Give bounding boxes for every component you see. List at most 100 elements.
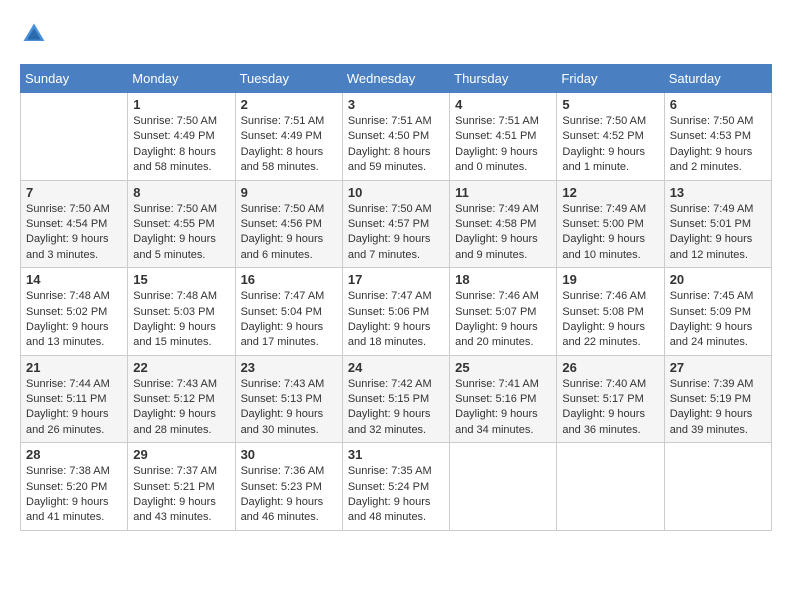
day-number: 1 bbox=[133, 97, 229, 112]
weekday-wednesday: Wednesday bbox=[342, 65, 449, 93]
day-info: Sunrise: 7:42 AMSunset: 5:15 PMDaylight:… bbox=[348, 377, 444, 439]
day-number: 13 bbox=[670, 185, 766, 200]
day-number: 12 bbox=[562, 185, 658, 200]
day-info: Sunrise: 7:36 AMSunset: 5:23 PMDaylight:… bbox=[241, 464, 337, 526]
day-cell: 22 Sunrise: 7:43 AMSunset: 5:12 PMDayligh… bbox=[128, 355, 235, 443]
weekday-sunday: Sunday bbox=[21, 65, 128, 93]
day-number: 26 bbox=[562, 360, 658, 375]
day-number: 29 bbox=[133, 447, 229, 462]
day-info: Sunrise: 7:50 AMSunset: 4:53 PMDaylight:… bbox=[670, 114, 766, 176]
day-number: 8 bbox=[133, 185, 229, 200]
day-number: 11 bbox=[455, 185, 551, 200]
day-info: Sunrise: 7:38 AMSunset: 5:20 PMDaylight:… bbox=[26, 464, 122, 526]
weekday-saturday: Saturday bbox=[664, 65, 771, 93]
day-number: 14 bbox=[26, 272, 122, 287]
day-cell: 29 Sunrise: 7:37 AMSunset: 5:21 PMDayligh… bbox=[128, 443, 235, 531]
day-cell: 25 Sunrise: 7:41 AMSunset: 5:16 PMDayligh… bbox=[450, 355, 557, 443]
day-number: 23 bbox=[241, 360, 337, 375]
day-cell: 14 Sunrise: 7:48 AMSunset: 5:02 PMDayligh… bbox=[21, 268, 128, 356]
day-cell: 17 Sunrise: 7:47 AMSunset: 5:06 PMDayligh… bbox=[342, 268, 449, 356]
weekday-header: SundayMondayTuesdayWednesdayThursdayFrid… bbox=[21, 65, 772, 93]
day-cell: 15 Sunrise: 7:48 AMSunset: 5:03 PMDayligh… bbox=[128, 268, 235, 356]
week-row-4: 28 Sunrise: 7:38 AMSunset: 5:20 PMDayligh… bbox=[21, 443, 772, 531]
day-cell: 20 Sunrise: 7:45 AMSunset: 5:09 PMDayligh… bbox=[664, 268, 771, 356]
day-cell: 18 Sunrise: 7:46 AMSunset: 5:07 PMDayligh… bbox=[450, 268, 557, 356]
calendar-table: SundayMondayTuesdayWednesdayThursdayFrid… bbox=[20, 64, 772, 531]
day-cell: 3 Sunrise: 7:51 AMSunset: 4:50 PMDaylight… bbox=[342, 93, 449, 181]
day-info: Sunrise: 7:50 AMSunset: 4:52 PMDaylight:… bbox=[562, 114, 658, 176]
day-info: Sunrise: 7:51 AMSunset: 4:51 PMDaylight:… bbox=[455, 114, 551, 176]
weekday-monday: Monday bbox=[128, 65, 235, 93]
day-number: 16 bbox=[241, 272, 337, 287]
day-number: 22 bbox=[133, 360, 229, 375]
weekday-tuesday: Tuesday bbox=[235, 65, 342, 93]
day-number: 30 bbox=[241, 447, 337, 462]
day-cell bbox=[21, 93, 128, 181]
day-cell: 28 Sunrise: 7:38 AMSunset: 5:20 PMDayligh… bbox=[21, 443, 128, 531]
day-info: Sunrise: 7:47 AMSunset: 5:06 PMDaylight:… bbox=[348, 289, 444, 351]
day-number: 7 bbox=[26, 185, 122, 200]
day-info: Sunrise: 7:51 AMSunset: 4:49 PMDaylight:… bbox=[241, 114, 337, 176]
day-info: Sunrise: 7:49 AMSunset: 5:01 PMDaylight:… bbox=[670, 202, 766, 264]
day-info: Sunrise: 7:46 AMSunset: 5:07 PMDaylight:… bbox=[455, 289, 551, 351]
day-cell: 10Sunrise: 7:50 AMSunset: 4:57 PMDayligh… bbox=[342, 180, 449, 268]
week-row-1: 7Sunrise: 7:50 AMSunset: 4:54 PMDaylight… bbox=[21, 180, 772, 268]
day-info: Sunrise: 7:46 AMSunset: 5:08 PMDaylight:… bbox=[562, 289, 658, 351]
day-info: Sunrise: 7:37 AMSunset: 5:21 PMDaylight:… bbox=[133, 464, 229, 526]
day-cell: 8Sunrise: 7:50 AMSunset: 4:55 PMDaylight… bbox=[128, 180, 235, 268]
day-info: Sunrise: 7:41 AMSunset: 5:16 PMDaylight:… bbox=[455, 377, 551, 439]
logo bbox=[20, 20, 52, 48]
day-cell: 5 Sunrise: 7:50 AMSunset: 4:52 PMDaylight… bbox=[557, 93, 664, 181]
day-cell: 24 Sunrise: 7:42 AMSunset: 5:15 PMDayligh… bbox=[342, 355, 449, 443]
day-number: 19 bbox=[562, 272, 658, 287]
day-info: Sunrise: 7:39 AMSunset: 5:19 PMDaylight:… bbox=[670, 377, 766, 439]
day-info: Sunrise: 7:51 AMSunset: 4:50 PMDaylight:… bbox=[348, 114, 444, 176]
day-info: Sunrise: 7:45 AMSunset: 5:09 PMDaylight:… bbox=[670, 289, 766, 351]
day-number: 9 bbox=[241, 185, 337, 200]
day-number: 27 bbox=[670, 360, 766, 375]
day-info: Sunrise: 7:49 AMSunset: 5:00 PMDaylight:… bbox=[562, 202, 658, 264]
header bbox=[20, 20, 772, 48]
day-number: 20 bbox=[670, 272, 766, 287]
day-info: Sunrise: 7:50 AMSunset: 4:56 PMDaylight:… bbox=[241, 202, 337, 264]
day-info: Sunrise: 7:48 AMSunset: 5:03 PMDaylight:… bbox=[133, 289, 229, 351]
day-cell: 11 Sunrise: 7:49 AMSunset: 4:58 PMDayligh… bbox=[450, 180, 557, 268]
day-number: 21 bbox=[26, 360, 122, 375]
day-number: 2 bbox=[241, 97, 337, 112]
week-row-3: 21Sunrise: 7:44 AMSunset: 5:11 PMDayligh… bbox=[21, 355, 772, 443]
day-number: 10 bbox=[348, 185, 444, 200]
week-row-0: 1 Sunrise: 7:50 AMSunset: 4:49 PMDaylight… bbox=[21, 93, 772, 181]
day-number: 17 bbox=[348, 272, 444, 287]
day-info: Sunrise: 7:43 AMSunset: 5:13 PMDaylight:… bbox=[241, 377, 337, 439]
day-cell: 4Sunrise: 7:51 AMSunset: 4:51 PMDaylight… bbox=[450, 93, 557, 181]
day-cell: 31Sunrise: 7:35 AMSunset: 5:24 PMDayligh… bbox=[342, 443, 449, 531]
day-cell: 27 Sunrise: 7:39 AMSunset: 5:19 PMDayligh… bbox=[664, 355, 771, 443]
day-number: 25 bbox=[455, 360, 551, 375]
day-cell bbox=[664, 443, 771, 531]
day-info: Sunrise: 7:50 AMSunset: 4:49 PMDaylight:… bbox=[133, 114, 229, 176]
day-info: Sunrise: 7:43 AMSunset: 5:12 PMDaylight:… bbox=[133, 377, 229, 439]
day-cell: 12 Sunrise: 7:49 AMSunset: 5:00 PMDayligh… bbox=[557, 180, 664, 268]
day-number: 3 bbox=[348, 97, 444, 112]
day-number: 18 bbox=[455, 272, 551, 287]
day-cell: 2 Sunrise: 7:51 AMSunset: 4:49 PMDaylight… bbox=[235, 93, 342, 181]
day-number: 24 bbox=[348, 360, 444, 375]
day-number: 5 bbox=[562, 97, 658, 112]
day-info: Sunrise: 7:48 AMSunset: 5:02 PMDaylight:… bbox=[26, 289, 122, 351]
day-cell bbox=[450, 443, 557, 531]
day-cell: 1 Sunrise: 7:50 AMSunset: 4:49 PMDaylight… bbox=[128, 93, 235, 181]
day-cell: 9 Sunrise: 7:50 AMSunset: 4:56 PMDaylight… bbox=[235, 180, 342, 268]
day-number: 31 bbox=[348, 447, 444, 462]
day-info: Sunrise: 7:40 AMSunset: 5:17 PMDaylight:… bbox=[562, 377, 658, 439]
day-cell: 13 Sunrise: 7:49 AMSunset: 5:01 PMDayligh… bbox=[664, 180, 771, 268]
day-cell: 21Sunrise: 7:44 AMSunset: 5:11 PMDayligh… bbox=[21, 355, 128, 443]
day-number: 15 bbox=[133, 272, 229, 287]
day-cell: 19 Sunrise: 7:46 AMSunset: 5:08 PMDayligh… bbox=[557, 268, 664, 356]
day-cell: 30 Sunrise: 7:36 AMSunset: 5:23 PMDayligh… bbox=[235, 443, 342, 531]
weekday-friday: Friday bbox=[557, 65, 664, 93]
day-cell: 26 Sunrise: 7:40 AMSunset: 5:17 PMDayligh… bbox=[557, 355, 664, 443]
day-number: 28 bbox=[26, 447, 122, 462]
day-cell: 23 Sunrise: 7:43 AMSunset: 5:13 PMDayligh… bbox=[235, 355, 342, 443]
weekday-thursday: Thursday bbox=[450, 65, 557, 93]
day-info: Sunrise: 7:49 AMSunset: 4:58 PMDaylight:… bbox=[455, 202, 551, 264]
